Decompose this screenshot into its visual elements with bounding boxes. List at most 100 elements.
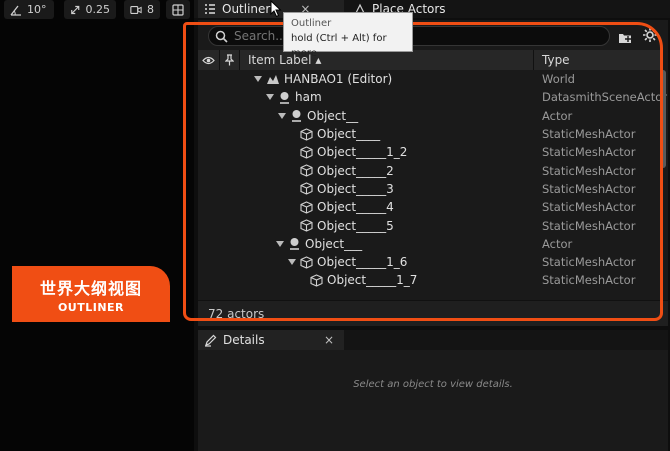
row-label: Object_____1_7 — [327, 273, 418, 288]
row-type: Actor — [542, 108, 573, 123]
details-tabbar: Details × — [198, 330, 668, 350]
details-empty-hint: Select an object to view details. — [353, 379, 513, 390]
row-label: Object_____1_2 — [317, 145, 408, 160]
static-mesh-icon — [300, 164, 313, 177]
search-icon — [215, 30, 228, 43]
row-label: Object_____1_6 — [317, 255, 408, 270]
static-mesh-icon — [300, 127, 313, 141]
static-mesh-icon — [300, 182, 313, 196]
expand-arrow-icon[interactable] — [276, 240, 284, 247]
row-label: Object___ — [305, 236, 363, 251]
expand-arrow-icon[interactable] — [288, 259, 296, 266]
row-type: Actor — [542, 236, 573, 251]
expand-arrow-icon[interactable] — [266, 94, 274, 101]
row-label: Object____ — [317, 127, 381, 142]
angle-snap-button[interactable]: 10° — [4, 0, 54, 19]
close-icon[interactable]: × — [324, 333, 334, 347]
badge-title-en: OUTLINER — [57, 300, 125, 314]
viewport[interactable]: 10° 0.25 8 世界大纲视图 OUTLINER — [0, 0, 194, 451]
details-panel: Select an object to view details. — [198, 350, 668, 451]
camera-icon — [130, 5, 142, 14]
mouse-cursor-icon — [270, 0, 282, 18]
row-type: StaticMeshActor — [542, 145, 636, 160]
tree-row[interactable]: Object_____1_7 StaticMeshActor — [198, 271, 660, 289]
row-type: StaticMeshActor — [542, 127, 636, 142]
tree-row[interactable]: Object__ Actor — [198, 107, 660, 125]
row-label: Object_____5 — [317, 218, 394, 233]
tooltip: Outliner hold (Ctrl + Alt) for more — [283, 12, 413, 59]
outliner-footer: 72 actors — [198, 300, 668, 326]
tree-row[interactable]: Object____ StaticMeshActor — [198, 125, 660, 143]
tab-details[interactable]: Details × — [198, 330, 344, 350]
row-type: StaticMeshActor — [542, 273, 636, 288]
type-header: Type — [542, 53, 570, 67]
tab-details-label: Details — [223, 333, 265, 347]
actor-icon — [292, 110, 301, 123]
grid-layout-icon — [172, 3, 184, 16]
add-folder-icon — [619, 34, 631, 43]
tree-row[interactable]: Object_____2 StaticMeshActor — [198, 161, 660, 179]
outliner-tree: HANBAO1 (Editor) World ham DatasmithScen… — [198, 70, 667, 290]
row-label: Object_____3 — [317, 181, 394, 196]
row-label: Object__ — [307, 108, 359, 123]
add-folder-button[interactable] — [618, 29, 632, 48]
expand-arrow-icon[interactable] — [278, 112, 286, 119]
tab-outliner-label: Outliner — [222, 2, 271, 16]
row-type: StaticMeshActor — [542, 163, 636, 178]
angle-icon — [10, 5, 21, 16]
badge-title-cn: 世界大纲视图 — [39, 278, 142, 298]
row-type: StaticMeshActor — [542, 255, 636, 270]
world-icon — [267, 75, 279, 85]
column-header: Item Label ▴ Type — [198, 50, 660, 70]
settings-button[interactable] — [642, 27, 658, 47]
angle-snap-value: 10° — [27, 3, 47, 16]
row-type: StaticMeshActor — [542, 181, 636, 196]
static-mesh-icon — [300, 146, 313, 159]
tree-row[interactable]: HANBAO1 (Editor) World — [198, 70, 660, 88]
tree-row[interactable]: Object_____5 StaticMeshActor — [198, 216, 660, 234]
row-label: Object_____4 — [317, 200, 394, 215]
row-label: Object_____2 — [317, 163, 394, 178]
row-type: World — [542, 72, 575, 87]
scale-snap-value: 0.25 — [85, 3, 111, 16]
row-type: DatasmithSceneActor — [542, 90, 667, 105]
outliner-panel: Item Label ▴ Type HANBAO1 (Editor) World — [198, 20, 668, 326]
row-type: StaticMeshActor — [542, 218, 636, 233]
gear-icon — [643, 28, 657, 42]
actor-icon — [280, 91, 289, 104]
outliner-scrollbar[interactable] — [660, 70, 666, 168]
layout-button[interactable] — [166, 0, 190, 19]
visibility-column[interactable] — [198, 50, 220, 70]
tooltip-title: Outliner — [291, 18, 332, 29]
tooltip-text: hold (Ctrl + Alt) for more — [291, 33, 387, 59]
static-mesh-icon — [300, 256, 313, 269]
pencil-icon — [205, 334, 217, 347]
type-column[interactable]: Type — [534, 50, 660, 70]
tree-row[interactable]: Object___ Actor — [198, 235, 660, 253]
pin-column[interactable] — [220, 50, 240, 70]
tree-row[interactable]: ham DatasmithSceneActor — [198, 88, 667, 106]
static-mesh-icon — [310, 274, 323, 287]
pin-icon — [225, 54, 234, 66]
row-label: ham — [295, 90, 322, 105]
static-mesh-icon — [300, 201, 313, 214]
scale-icon — [71, 5, 80, 14]
scale-snap-button[interactable]: 0.25 — [64, 0, 116, 19]
static-mesh-icon — [300, 219, 313, 232]
outliner-tabbar: Outliner × Place Actors — [194, 0, 670, 18]
eye-icon — [202, 56, 215, 64]
row-label: HANBAO1 (Editor) — [284, 72, 393, 87]
row-type: StaticMeshActor — [542, 200, 636, 215]
camera-speed-button[interactable]: 8 — [124, 0, 160, 19]
actor-icon — [290, 238, 299, 251]
right-dock: Outliner × Place Actors Search... Item L… — [194, 0, 670, 451]
expand-arrow-icon[interactable] — [254, 76, 262, 83]
actor-count: 72 actors — [208, 306, 265, 321]
camera-speed-value: 8 — [147, 3, 154, 16]
tree-row[interactable]: Object_____1_6 StaticMeshActor — [198, 253, 660, 271]
tree-row[interactable]: Object_____1_2 StaticMeshActor — [198, 143, 660, 161]
tree-row[interactable]: Object_____3 StaticMeshActor — [198, 180, 660, 198]
tree-row[interactable]: Object_____4 StaticMeshActor — [198, 198, 660, 216]
search-row — [198, 22, 668, 48]
outliner-badge: 世界大纲视图 OUTLINER — [12, 266, 170, 322]
